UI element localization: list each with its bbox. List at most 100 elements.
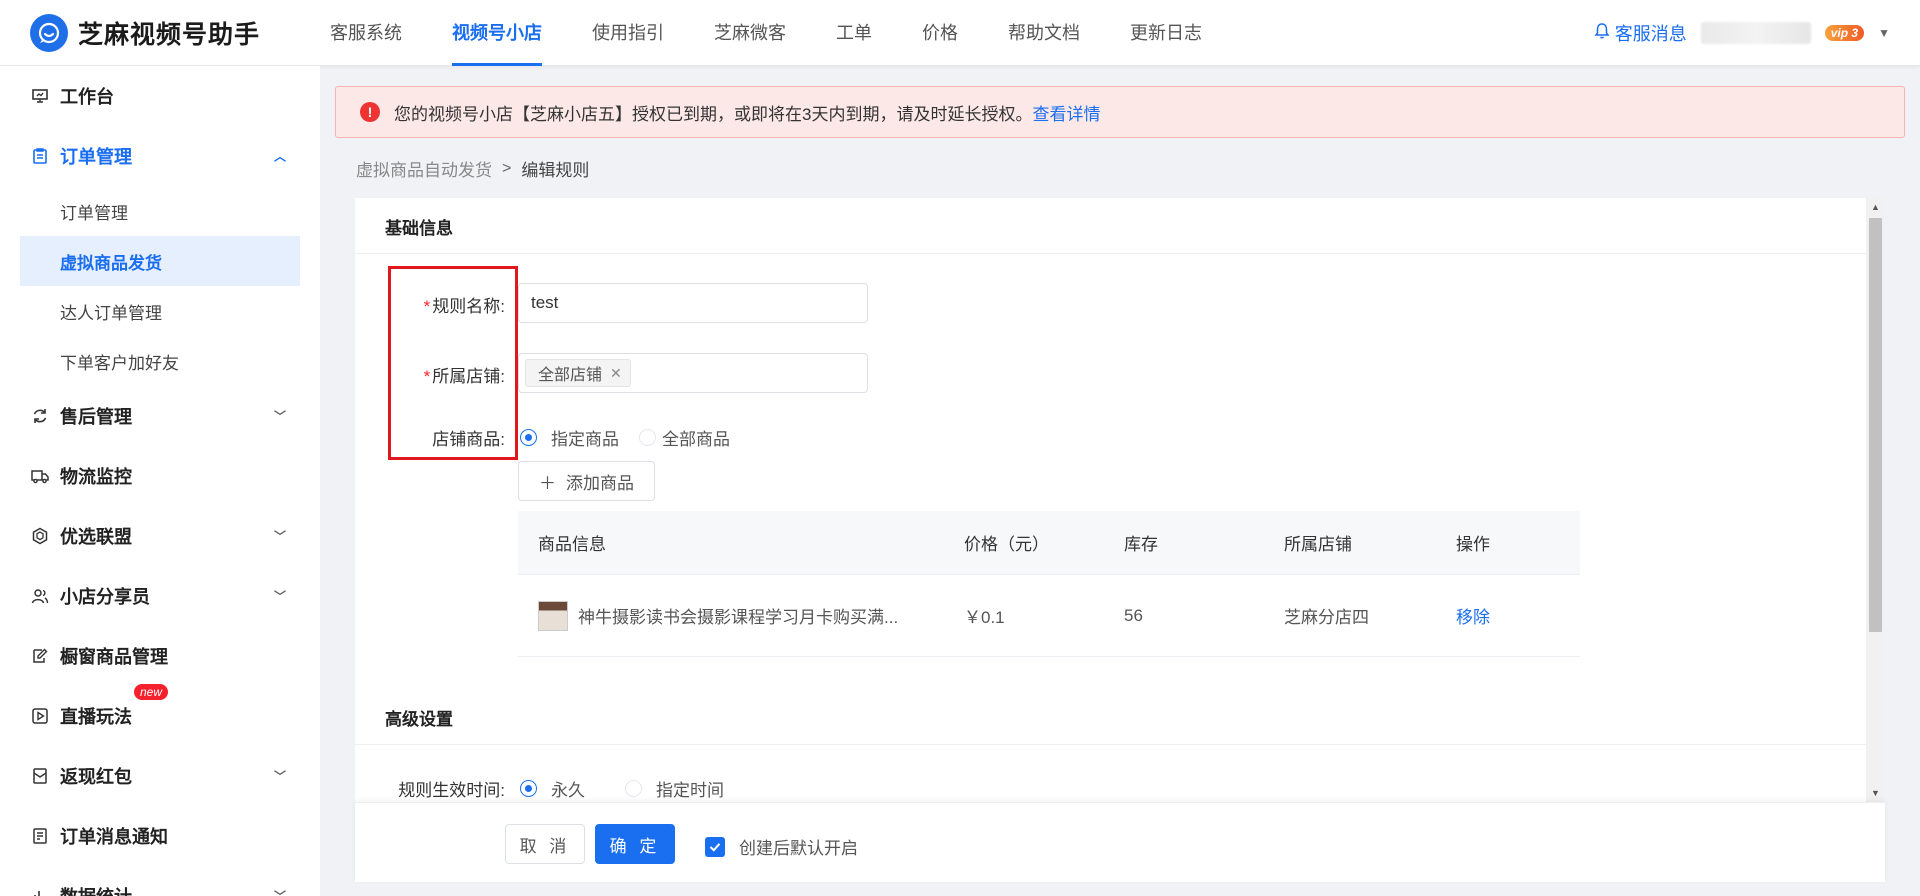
sidebar-item-order-management[interactable]: 订单管理 ︿: [0, 126, 320, 186]
close-icon[interactable]: ✕: [610, 365, 622, 382]
chevron-down-icon: ﹀: [274, 888, 286, 896]
rule-name-label: * 规则名称:: [423, 297, 505, 316]
new-badge: new: [134, 684, 169, 700]
cancel-button[interactable]: 取 消: [505, 824, 585, 864]
chevron-right-icon: >: [502, 159, 512, 177]
sidebar-item-alliance[interactable]: 优选联盟 ﹀: [0, 506, 320, 566]
plus-icon: ＋: [539, 473, 556, 493]
nav-item-help-docs[interactable]: 帮助文档: [1008, 0, 1080, 66]
chevron-up-icon: ︿: [273, 149, 286, 164]
sidebar-subitem-orders[interactable]: 订单管理: [20, 186, 300, 236]
sidebar-item-cashback[interactable]: 返现红包 ﹀: [0, 746, 320, 806]
nav-item-zhima-weike[interactable]: 芝麻微客: [714, 0, 786, 66]
radio-permanent[interactable]: 永久: [520, 776, 585, 801]
nav-item-customer-service[interactable]: 客服系统: [330, 0, 402, 66]
nav-item-ticket[interactable]: 工单: [836, 0, 872, 66]
radio-all-products[interactable]: 全部商品: [639, 425, 730, 450]
store-select[interactable]: 全部店铺 ✕: [518, 353, 868, 393]
effective-time-label: 规则生效时间:: [398, 781, 505, 800]
column-header-stock: 库存: [1124, 535, 1158, 554]
radio-specified-time[interactable]: 指定时间: [625, 776, 724, 801]
hexagon-icon: [30, 526, 50, 546]
column-header-price: 价格（元）: [964, 535, 1049, 554]
chevron-down-icon: ﹀: [273, 769, 286, 784]
remove-link[interactable]: 移除: [1456, 608, 1490, 627]
column-header-action: 操作: [1456, 535, 1490, 554]
column-header-product: 商品信息: [538, 535, 606, 554]
cs-message-link[interactable]: 客服消息: [1593, 20, 1687, 46]
alert-detail-link[interactable]: 查看详情: [1032, 100, 1100, 125]
sidebar-item-label: 小店分享员: [60, 587, 150, 607]
sidebar-item-label: 订单消息通知: [60, 827, 168, 847]
content-scrollbar[interactable]: ▲ ▼: [1866, 198, 1885, 802]
sidebar-item-logistics[interactable]: 物流监控: [0, 446, 320, 506]
rule-form-card: 基础信息 * 规则名称: test * 所属店铺: 全部店铺 ✕ 店铺商品: 指定商…: [355, 198, 1885, 802]
store-label: * 所属店铺:: [423, 367, 505, 386]
products-label: 店铺商品:: [432, 430, 505, 449]
play-icon: [30, 706, 50, 726]
store-tag-label: 全部店铺: [538, 367, 603, 384]
monitor-icon: [30, 86, 50, 106]
logo-icon: [30, 14, 68, 52]
users-icon: [30, 586, 50, 606]
nav-item-changelog[interactable]: 更新日志: [1130, 0, 1202, 66]
table-row: 神牛摄影读书会摄影课程学习月卡购买满... ￥0.1 56 芝麻分店四 移除: [518, 575, 1580, 657]
sidebar-item-label: 直播玩法: [60, 707, 132, 727]
sidebar-subitem-add-customer-friends[interactable]: 下单客户加好友: [20, 336, 300, 386]
truck-icon: [30, 466, 50, 486]
store-cell: 芝麻分店四: [1284, 608, 1369, 627]
nav-item-price[interactable]: 价格: [922, 0, 958, 66]
chevron-down-icon: ﹀: [273, 589, 286, 604]
table-header: 商品信息 价格（元） 库存 所属店铺 操作: [518, 511, 1580, 575]
authorization-alert: ! 您的视频号小店【芝麻小店五】授权已到期，或即将在3天内到期，请及时延长授权。…: [335, 86, 1905, 138]
sidebar-item-label: 物流监控: [60, 467, 132, 487]
sidebar-item-workbench[interactable]: 工作台: [0, 66, 320, 126]
price-cell: ￥0.1: [964, 608, 1005, 627]
product-table: 商品信息 价格（元） 库存 所属店铺 操作 神牛摄影读书会摄影课程学习月卡购买满…: [518, 511, 1580, 657]
scrollbar-thumb[interactable]: [1869, 218, 1882, 632]
column-header-store: 所属店铺: [1284, 535, 1352, 554]
sidebar-item-label: 优选联盟: [60, 527, 132, 547]
sidebar-item-statistics[interactable]: 数据统计 ﹀: [0, 866, 320, 896]
app-title: 芝麻视频号助手: [78, 21, 261, 49]
scroll-down-icon[interactable]: ▼: [1866, 788, 1885, 798]
product-thumbnail: [538, 600, 568, 631]
breadcrumb-parent[interactable]: 虚拟商品自动发货: [356, 156, 492, 181]
store-tag: 全部店铺 ✕: [525, 359, 631, 387]
header-right: 客服消息 vip 3 ▼: [1593, 0, 1890, 66]
confirm-button[interactable]: 确 定: [595, 824, 675, 864]
sidebar-subitem-influencer-orders[interactable]: 达人订单管理: [20, 286, 300, 336]
sidebar-item-after-sales[interactable]: 售后管理 ﹀: [0, 386, 320, 446]
chevron-down-icon: ﹀: [273, 529, 286, 544]
action-cell: 移除: [1456, 603, 1580, 628]
bell-icon: [1593, 22, 1611, 45]
chevron-down-icon[interactable]: ▼: [1878, 26, 1890, 40]
sidebar-item-sharers[interactable]: 小店分享员 ﹀: [0, 566, 320, 626]
sidebar: 工作台 订单管理 ︿ 订单管理 虚拟商品发货 达人订单管理 下单客户加好友 售后…: [0, 66, 320, 896]
product-name: 神牛摄影读书会摄影课程学习月卡购买满...: [578, 608, 899, 627]
sidebar-item-order-notification[interactable]: 订单消息通知: [0, 806, 320, 866]
nav-item-guide[interactable]: 使用指引: [592, 0, 664, 66]
form-footer: 取 消 确 定 创建后默认开启: [355, 802, 1885, 882]
sidebar-subitem-virtual-delivery[interactable]: 虚拟商品发货: [20, 236, 300, 286]
nav-item-video-shop[interactable]: 视频号小店: [452, 0, 542, 66]
scroll-up-icon[interactable]: ▲: [1866, 202, 1885, 212]
rule-name-input[interactable]: test: [518, 283, 868, 323]
section-divider: [355, 744, 1885, 745]
refresh-icon: [30, 406, 50, 426]
chevron-down-icon: ﹀: [273, 409, 286, 424]
sidebar-item-showcase[interactable]: 橱窗商品管理: [0, 626, 320, 686]
add-product-button[interactable]: ＋ 添加商品: [518, 461, 655, 501]
product-scope-radio-group: 指定商品 全部商品: [520, 425, 750, 450]
sidebar-item-label: 橱窗商品管理: [60, 647, 168, 667]
sidebar-item-label: 数据统计: [60, 883, 132, 896]
app-logo[interactable]: 芝麻视频号助手: [30, 14, 260, 52]
redpacket-icon: [30, 766, 50, 786]
user-name-blurred[interactable]: [1700, 22, 1811, 44]
radio-specified-products[interactable]: 指定商品: [520, 425, 619, 450]
default-on-checkbox[interactable]: 创建后默认开启: [705, 834, 858, 859]
clipboard-icon: [30, 146, 50, 166]
sidebar-item-live[interactable]: 直播玩法 new: [0, 684, 320, 746]
sidebar-item-label: 返现红包: [60, 767, 132, 787]
basic-info-title: 基础信息: [385, 219, 453, 238]
